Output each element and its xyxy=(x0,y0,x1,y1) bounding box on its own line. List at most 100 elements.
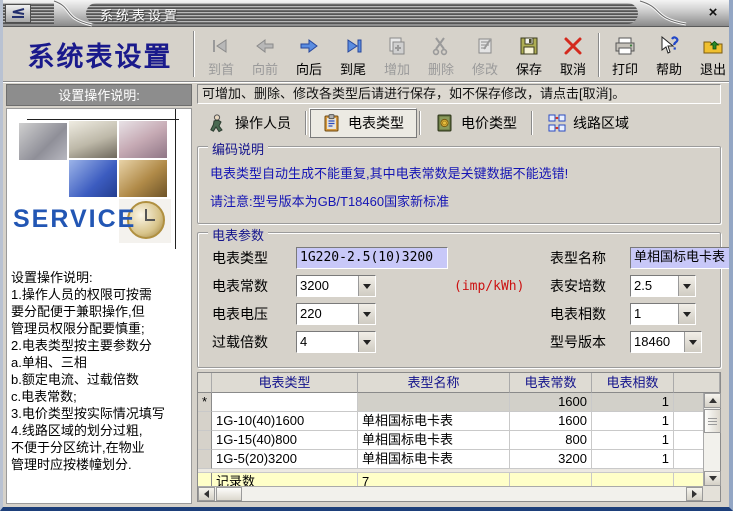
row-indicator-header xyxy=(198,373,212,393)
tab-price-type[interactable]: 电价类型 xyxy=(423,109,529,137)
model-version-select[interactable]: 18460 xyxy=(630,331,702,353)
meter-type-field[interactable]: 1G220-2.5(10)3200 xyxy=(296,247,448,269)
column-header[interactable]: 电表常数 xyxy=(510,373,592,393)
column-header[interactable]: 电表相数 xyxy=(592,373,674,393)
price-type-icon xyxy=(435,113,455,133)
overload-select[interactable]: 4 xyxy=(296,331,376,353)
go-prev-button[interactable]: 向前 xyxy=(243,31,287,79)
sidebar-instructions: 设置操作说明: 1.操作人员的权限可按需 要分配便于兼职操作,但 管理员权限分配… xyxy=(11,269,189,473)
table-cell[interactable]: 单相国标电卡表 xyxy=(358,412,510,431)
chevron-down-icon[interactable] xyxy=(678,276,695,296)
toolbar: 到首 向前 向后 到尾 增加 xyxy=(199,31,733,79)
separator xyxy=(419,111,421,135)
add-record-button[interactable]: 增加 xyxy=(375,31,419,79)
tab-operators[interactable]: 操作人员 xyxy=(197,109,303,137)
go-next-icon xyxy=(297,34,321,58)
table-cell[interactable] xyxy=(358,393,510,412)
meter-type-icon xyxy=(322,113,342,133)
new-row-indicator: * xyxy=(198,393,212,412)
chevron-down-icon[interactable] xyxy=(358,332,375,352)
separator xyxy=(598,33,600,77)
table-cell[interactable]: 单相国标电卡表 xyxy=(358,450,510,469)
table-cell[interactable]: 1 xyxy=(592,393,674,412)
edit-record-button[interactable]: 修改 xyxy=(463,31,507,79)
table-cell[interactable]: 单相国标电卡表 xyxy=(358,431,510,450)
chevron-down-icon[interactable] xyxy=(358,276,375,296)
go-first-icon xyxy=(209,34,233,58)
delete-record-icon xyxy=(429,34,453,58)
titlebar-swoosh xyxy=(636,0,688,27)
operator-icon xyxy=(209,113,229,133)
service-collage-image: SERVICE xyxy=(7,109,191,267)
toolbar-label: 到尾 xyxy=(340,59,366,78)
model-version-label: 型号版本 xyxy=(550,332,630,352)
tab-label: 线路区域 xyxy=(573,113,629,133)
phases-select[interactable]: 1 xyxy=(630,303,696,325)
chevron-down-icon[interactable] xyxy=(678,304,695,324)
table-cell[interactable]: 3200 xyxy=(510,450,592,469)
toolbar-label: 退出 xyxy=(700,59,726,78)
row-indicator xyxy=(198,412,212,431)
tab-label: 电价类型 xyxy=(461,113,517,133)
coding-note-1: 电表类型自动生成不能重复,其中电表常数是关键数据不能选错! xyxy=(198,163,720,182)
scroll-right-icon[interactable] xyxy=(686,487,703,501)
collage-photo-keyboard xyxy=(69,160,117,197)
table-cell[interactable]: 1600 xyxy=(510,412,592,431)
table-cell[interactable] xyxy=(212,393,358,412)
separator xyxy=(193,31,195,77)
table-row[interactable]: 1G-15(40)800 单相国标电卡表 800 1 xyxy=(198,431,720,450)
table-cell[interactable]: 1600 xyxy=(510,393,592,412)
chevron-down-icon[interactable] xyxy=(684,332,701,352)
toolbar-label: 向后 xyxy=(296,59,322,78)
tab-line-area[interactable]: 线路区域 xyxy=(535,109,641,137)
cancel-button[interactable]: 取消 xyxy=(551,31,595,79)
table-cell[interactable]: 1G-10(40)1600 xyxy=(212,412,358,431)
scroll-down-icon[interactable] xyxy=(704,471,721,486)
tab-label: 电表类型 xyxy=(348,113,404,133)
toolbar-label: 删除 xyxy=(428,59,454,78)
table-cell[interactable]: 800 xyxy=(510,431,592,450)
close-icon[interactable]: × xyxy=(703,3,723,23)
table-new-row[interactable]: * 1600 1 xyxy=(198,393,720,412)
table-cell[interactable]: 1 xyxy=(592,450,674,469)
sidebar-header: 设置操作说明: xyxy=(6,84,192,106)
go-prev-icon xyxy=(253,34,277,58)
table-row[interactable]: 1G-5(20)3200 单相国标电卡表 3200 1 xyxy=(198,450,720,469)
go-next-button[interactable]: 向后 xyxy=(287,31,331,79)
go-last-button[interactable]: 到尾 xyxy=(331,31,375,79)
chevron-down-icon[interactable] xyxy=(358,304,375,324)
hint-bar: 可增加、删除、修改各类型后请进行保存，如不保存修改，请点击[取消]。 xyxy=(197,84,721,104)
column-header[interactable]: 电表类型 xyxy=(212,373,358,393)
collage-cropline xyxy=(27,119,179,120)
help-icon xyxy=(657,34,681,58)
help-button[interactable]: 帮助 xyxy=(647,31,691,79)
scroll-left-icon[interactable] xyxy=(198,487,215,501)
app-window: 系统表设置 × 系统表设置 到首 向前 向后 xyxy=(0,0,733,511)
scroll-up-icon[interactable] xyxy=(704,393,721,408)
column-header[interactable]: 表型名称 xyxy=(358,373,510,393)
delete-record-button[interactable]: 删除 xyxy=(419,31,463,79)
scrollbar-thumb[interactable] xyxy=(216,487,242,501)
print-button[interactable]: 打印 xyxy=(603,31,647,79)
meter-constant-select[interactable]: 3200 xyxy=(296,275,376,297)
sidebar-panel: SERVICE 设置操作说明: 1.操作人员的权限可按需 要分配便于兼职操作,但… xyxy=(6,108,192,504)
table-cell[interactable]: 1 xyxy=(592,431,674,450)
save-button[interactable]: 保存 xyxy=(507,31,551,79)
table-cell[interactable]: 1G-5(20)3200 xyxy=(212,450,358,469)
horizontal-scrollbar[interactable] xyxy=(198,486,703,501)
model-name-field[interactable]: 单相国标电卡表 xyxy=(630,247,733,269)
amperage-label: 表安培数 xyxy=(550,276,630,296)
exit-button[interactable]: 退出 xyxy=(691,31,733,79)
tab-meter-type[interactable]: 电表类型 xyxy=(309,108,417,138)
table-cell[interactable]: 1 xyxy=(592,412,674,431)
coding-groupbox: 编码说明 电表类型自动生成不能重复,其中电表常数是关键数据不能选错! 请注意:型… xyxy=(197,146,721,224)
voltage-select[interactable]: 220 xyxy=(296,303,376,325)
vertical-scrollbar[interactable] xyxy=(703,393,720,486)
app-logo-icon[interactable] xyxy=(5,4,31,23)
table-cell[interactable]: 1G-15(40)800 xyxy=(212,431,358,450)
scrollbar-thumb[interactable] xyxy=(704,409,721,433)
go-first-button[interactable]: 到首 xyxy=(199,31,243,79)
main-panel: 可增加、删除、修改各类型后请进行保存，如不保存修改，请点击[取消]。 操作人员 … xyxy=(195,84,729,504)
amperage-select[interactable]: 2.5 xyxy=(630,275,696,297)
table-row[interactable]: 1G-10(40)1600 单相国标电卡表 1600 1 xyxy=(198,412,720,431)
